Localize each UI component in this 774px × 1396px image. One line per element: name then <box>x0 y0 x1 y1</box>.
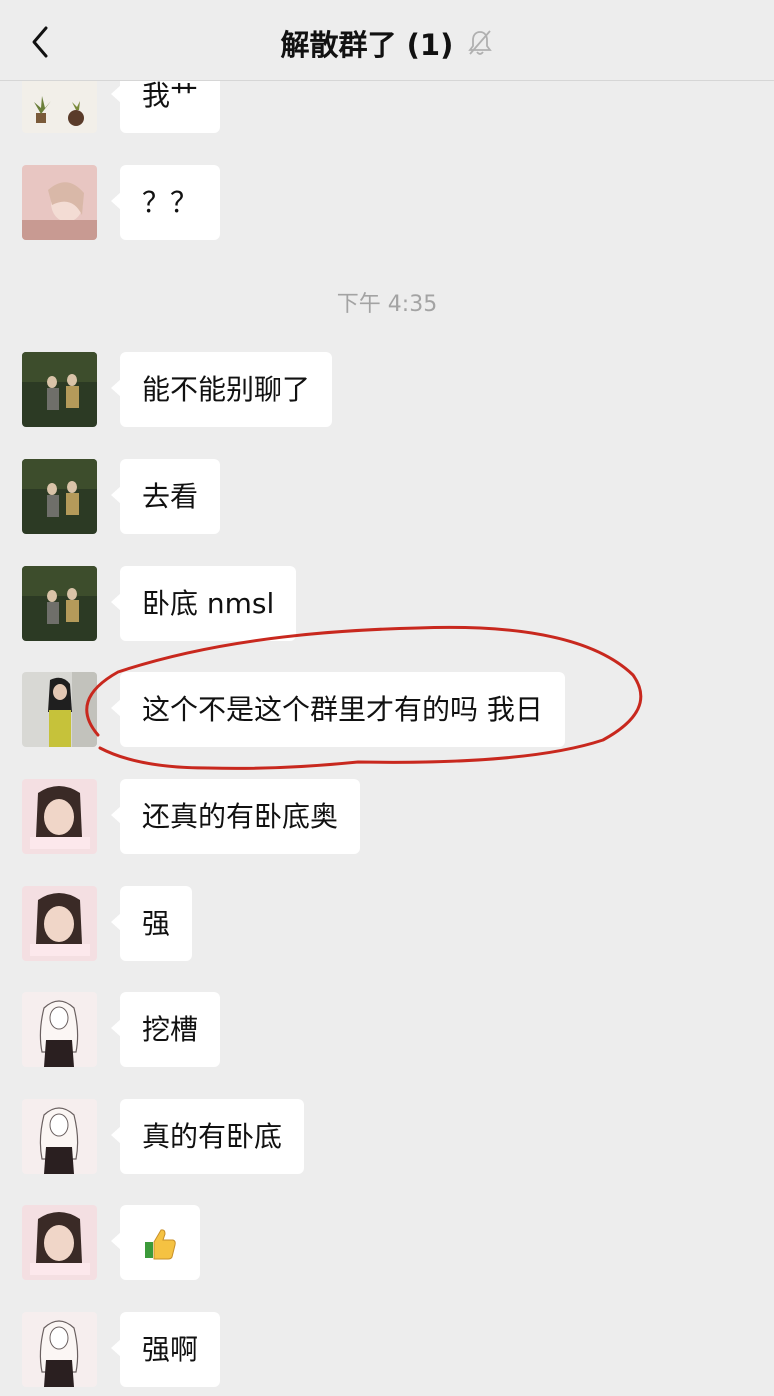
message-bubble[interactable]: 强 <box>110 886 193 961</box>
message-text: ？？ <box>142 186 199 219</box>
message-bubble[interactable]: 去看 <box>110 459 221 534</box>
message-text: 真的有卧底 <box>142 1120 283 1153</box>
message-text: 卧底 nmsl <box>142 587 275 620</box>
message-text: 去看 <box>142 480 199 513</box>
message-bubble[interactable]: ？？ <box>110 165 221 240</box>
message-text: 挖槽 <box>142 1013 199 1046</box>
avatar-girl-face-image <box>22 886 97 961</box>
message-bubble[interactable]: 强啊 <box>110 1312 221 1387</box>
avatar-sketch-girl-image <box>22 1099 97 1174</box>
avatar[interactable] <box>22 1205 97 1280</box>
message-text: 我艹 <box>142 79 199 112</box>
message-bubble[interactable] <box>111 1205 200 1280</box>
message-timestamp: 下午 4:35 <box>336 292 438 317</box>
avatar-dark-couple-image <box>22 459 97 534</box>
avatar[interactable] <box>22 165 97 240</box>
avatar[interactable] <box>22 566 97 641</box>
avatar[interactable] <box>22 672 97 747</box>
avatar[interactable] <box>22 886 97 961</box>
avatar[interactable] <box>22 992 97 1067</box>
avatar-girl-wall-image <box>22 672 97 747</box>
message-bubble[interactable]: 还真的有卧底奥 <box>110 779 361 854</box>
avatar-girl-face-image <box>22 1205 97 1280</box>
avatar[interactable] <box>22 352 97 427</box>
avatar-pink-girl-image <box>22 165 97 240</box>
bell-muted-icon <box>468 30 493 55</box>
avatar[interactable] <box>22 459 97 534</box>
message-bubble[interactable]: 真的有卧底 <box>110 1099 305 1174</box>
avatar[interactable] <box>22 1312 97 1387</box>
message-text: 强 <box>142 907 171 940</box>
avatar[interactable] <box>22 1099 97 1174</box>
message-text: 这个不是这个群里才有的吗 我日 <box>142 693 543 726</box>
avatar-dark-couple-image <box>22 352 97 427</box>
avatar-dark-couple-image <box>22 566 97 641</box>
avatar-sketch-girl-image <box>22 1312 97 1387</box>
message-bubble[interactable]: 这个不是这个群里才有的吗 我日 <box>111 672 565 747</box>
message-text: 强啊 <box>142 1333 199 1366</box>
avatar-sketch-girl-image <box>22 992 97 1067</box>
message-bubble[interactable]: 能不能别聊了 <box>110 352 333 427</box>
chat-title: 解散群了 (1) <box>280 28 454 62</box>
thumbs-up-icon <box>145 1229 176 1260</box>
message-bubble[interactable]: 卧底 nmsl <box>110 566 297 641</box>
avatar-girl-face-image <box>22 779 97 854</box>
message-text: 能不能别聊了 <box>142 373 311 406</box>
message-text: 还真的有卧底奥 <box>142 800 339 833</box>
chat-title-wrap: 解散群了 (1) <box>0 22 774 64</box>
message-bubble[interactable]: 挖槽 <box>110 992 221 1067</box>
avatar[interactable] <box>22 779 97 854</box>
